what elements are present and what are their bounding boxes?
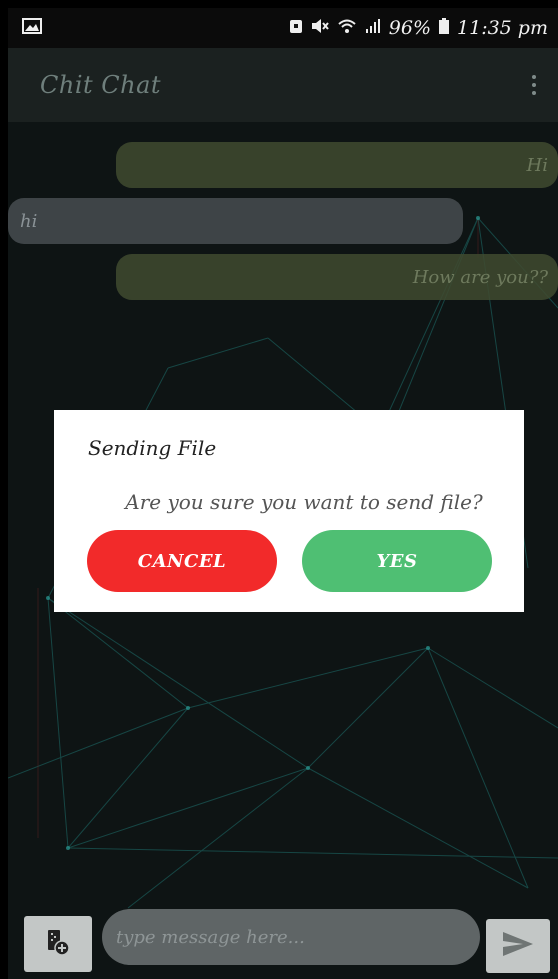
composer-bar: type message here... [8, 906, 558, 979]
send-icon [501, 930, 535, 962]
dialog-title: Sending File [88, 436, 217, 460]
attach-file-icon [46, 928, 70, 960]
phone-screen: 96% 11:35 pm Chit Chat Hi hi How are you… [8, 8, 558, 979]
yes-button[interactable]: YES [302, 530, 492, 592]
attach-file-button[interactable] [24, 916, 92, 972]
dialog-message: Are you sure you want to send file? [125, 490, 483, 514]
send-file-dialog: Sending File Are you sure you want to se… [54, 410, 524, 612]
cancel-button[interactable]: CANCEL [87, 530, 277, 592]
message-input[interactable]: type message here... [102, 909, 480, 965]
send-button[interactable] [486, 919, 550, 973]
message-input-placeholder: type message here... [116, 926, 305, 948]
